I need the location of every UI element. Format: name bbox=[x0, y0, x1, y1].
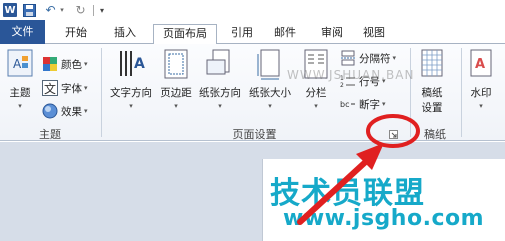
themes-button[interactable]: A 主题 ▾ bbox=[4, 48, 36, 110]
svg-text:A: A bbox=[134, 56, 145, 72]
tab-view[interactable]: 视图 bbox=[357, 24, 391, 44]
effects-icon bbox=[42, 103, 58, 119]
svg-text:bc: bc bbox=[340, 100, 349, 109]
ribbon-tabs: 文件 开始 插入 页面布局 引用 邮件 审阅 视图 bbox=[0, 20, 505, 45]
hyphenation-label: 断字 bbox=[359, 98, 380, 111]
tab-review[interactable]: 审阅 bbox=[315, 24, 349, 44]
margins-icon bbox=[160, 48, 192, 82]
hyphenation-icon: bc bbox=[340, 96, 356, 112]
word-icon[interactable]: W bbox=[3, 3, 17, 17]
chevron-down-icon: ▾ bbox=[174, 102, 178, 110]
page-setup-group-label: 页面设置 bbox=[232, 128, 277, 141]
redo-icon[interactable]: ↻ bbox=[74, 3, 87, 17]
themes-icon: A bbox=[4, 48, 36, 82]
chevron-down-icon: ▾ bbox=[479, 102, 483, 110]
chevron-down-icon: ▾ bbox=[314, 102, 318, 110]
site-watermark: WWW.JSHUAN.BAN bbox=[287, 68, 415, 82]
chevron-down-icon: ▾ bbox=[84, 84, 88, 92]
tab-page-layout[interactable]: 页面布局 bbox=[153, 24, 217, 45]
palette-icon bbox=[42, 56, 58, 72]
themes-group-label: 主题 bbox=[39, 128, 61, 141]
chevron-down-icon: ▾ bbox=[382, 100, 386, 108]
draft-group-label: 稿纸 bbox=[424, 128, 446, 141]
page-setup-dialog-launcher[interactable] bbox=[389, 130, 398, 139]
chevron-down-icon: ▾ bbox=[392, 54, 397, 62]
tab-home[interactable]: 开始 bbox=[57, 24, 95, 44]
watermark-button[interactable]: A 水印 ▾ bbox=[466, 48, 496, 110]
theme-effects-button[interactable]: 效果 ▾ bbox=[42, 101, 88, 121]
undo-dropdown-icon[interactable]: ▾ bbox=[58, 3, 66, 17]
hyphenation-button[interactable]: bc 断字 ▾ bbox=[340, 94, 386, 114]
text-direction-icon: A bbox=[115, 48, 147, 82]
text-direction-label: 文字方向 bbox=[110, 87, 152, 99]
breaks-icon bbox=[340, 50, 356, 66]
chevron-down-icon: ▾ bbox=[129, 102, 133, 110]
orientation-label: 纸张方向 bbox=[199, 87, 241, 99]
watermark-label: 水印 bbox=[470, 87, 492, 99]
qat-separator bbox=[93, 5, 94, 16]
draft-paper-icon bbox=[416, 48, 448, 82]
chevron-down-icon: ▾ bbox=[218, 102, 222, 110]
theme-colors-button[interactable]: 颜色 ▾ bbox=[42, 54, 88, 74]
undo-icon[interactable]: ↶ bbox=[44, 3, 57, 17]
group-separator bbox=[101, 48, 102, 137]
group-separator bbox=[410, 48, 411, 137]
font-icon: 文 bbox=[42, 80, 58, 96]
margins-button[interactable]: 页边距 ▾ bbox=[158, 48, 194, 110]
chevron-down-icon: ▾ bbox=[268, 102, 272, 110]
orientation-icon bbox=[204, 48, 236, 82]
breaks-button[interactable]: 分隔符 ▾ bbox=[340, 48, 396, 68]
save-icon[interactable] bbox=[23, 3, 36, 17]
watermark-url: www.jsgho.com bbox=[283, 206, 485, 231]
theme-colors-label: 颜色 bbox=[61, 58, 82, 71]
orientation-button[interactable]: 纸张方向 ▾ bbox=[196, 48, 244, 110]
chevron-down-icon: ▾ bbox=[84, 60, 88, 68]
chevron-down-icon: ▾ bbox=[18, 102, 22, 110]
svg-text:2: 2 bbox=[340, 82, 344, 89]
theme-effects-label: 效果 bbox=[61, 105, 82, 118]
svg-text:A: A bbox=[13, 57, 22, 71]
themes-label: 主题 bbox=[9, 87, 31, 99]
draft-settings-label-2: 设置 bbox=[421, 102, 443, 114]
tab-references[interactable]: 引用 bbox=[225, 24, 259, 44]
svg-text:文: 文 bbox=[44, 81, 56, 96]
theme-fonts-label: 字体 bbox=[61, 82, 82, 95]
chevron-down-icon: ▾ bbox=[84, 107, 88, 115]
quick-access-toolbar: W ↶ ▾ ↻ ▾ bbox=[0, 0, 505, 20]
tab-mailings[interactable]: 邮件 bbox=[268, 24, 302, 44]
watermark-icon: A bbox=[465, 48, 497, 82]
columns-label: 分栏 bbox=[305, 87, 327, 99]
page-size-icon bbox=[254, 48, 286, 82]
text-direction-button[interactable]: A 文字方向 ▾ bbox=[107, 48, 155, 110]
tab-insert[interactable]: 插入 bbox=[106, 24, 144, 44]
draft-settings-button[interactable]: 稿纸 设置 bbox=[416, 48, 448, 115]
draft-settings-label-1: 稿纸 bbox=[421, 87, 443, 99]
svg-text:A: A bbox=[475, 57, 485, 72]
customize-icon[interactable]: ▾ bbox=[98, 3, 106, 17]
group-separator bbox=[461, 48, 462, 137]
theme-fonts-button[interactable]: 文 字体 ▾ bbox=[42, 78, 88, 98]
tab-file[interactable]: 文件 bbox=[0, 20, 45, 44]
margins-label: 页边距 bbox=[160, 87, 192, 99]
ribbon: A 主题 ▾ 颜色 ▾ 文 字体 ▾ 效果 ▾ 主题 A 文字方向 ▾ 页边距 … bbox=[0, 44, 505, 141]
breaks-label: 分隔符 bbox=[359, 52, 391, 65]
size-label: 纸张大小 bbox=[249, 87, 291, 99]
